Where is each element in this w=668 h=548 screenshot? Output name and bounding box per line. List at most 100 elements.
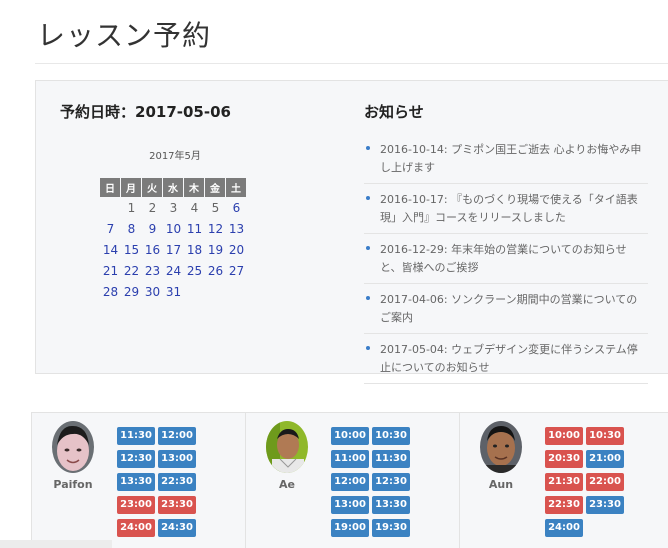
title-divider (35, 63, 668, 64)
calendar-day-link[interactable]: 27 (226, 260, 247, 281)
calendar-day-link[interactable]: 22 (121, 260, 142, 281)
calendar-empty-cell (184, 281, 205, 302)
weekday-header: 火 (142, 178, 163, 197)
calendar-day-link[interactable]: 25 (184, 260, 205, 281)
calendar-grid: 日月火水木金土 1 2 3 4 5 6 7 8 9 10 11 12 13 14 15 16 17 18 19 20 2… (100, 178, 247, 302)
calendar-day-link[interactable]: 20 (226, 239, 247, 260)
time-slot-booked-button[interactable]: 23:30 (158, 496, 196, 514)
calendar-day-link[interactable]: 28 (100, 281, 121, 302)
weekday-header: 土 (226, 178, 247, 197)
time-slot-booked-button[interactable]: 10:30 (586, 427, 624, 445)
calendar-day-link[interactable]: 8 (121, 218, 142, 239)
calendar-day-link[interactable]: 7 (100, 218, 121, 239)
calendar-day-link[interactable]: 6 (226, 197, 247, 218)
time-slot-booked-button[interactable]: 20:30 (545, 450, 583, 468)
bullet-icon (366, 146, 370, 150)
time-slot-open-button[interactable]: 19:30 (372, 519, 410, 537)
time-slot-open-button[interactable]: 12:30 (372, 473, 410, 491)
teacher-avatar[interactable] (480, 421, 522, 473)
time-slot-open-button[interactable]: 13:30 (117, 473, 155, 491)
calendar-day-link[interactable]: 19 (205, 239, 226, 260)
time-slot-open-button[interactable]: 13:00 (158, 450, 196, 468)
teacher-avatar[interactable] (52, 421, 94, 473)
time-slot-open-button[interactable]: 10:00 (331, 427, 369, 445)
weekday-header: 金 (205, 178, 226, 197)
teacher-card: Aun 10:00 10:30 20:30 21:00 21:30 22:00 22:30 23… (460, 413, 668, 548)
calendar-day-link[interactable]: 23 (142, 260, 163, 281)
time-slot-open-button[interactable]: 13:00 (331, 496, 369, 514)
calendar-day-link[interactable]: 14 (100, 239, 121, 260)
time-slot-open-button[interactable]: 23:30 (586, 496, 624, 514)
news-heading: お知らせ (364, 103, 424, 121)
time-slot-booked-button[interactable]: 21:30 (545, 473, 583, 491)
time-slot-booked-button[interactable]: 23:00 (117, 496, 155, 514)
news-item[interactable]: 2017-05-04: ウェブデザイン変更に伴うシステム停止についてのお知らせ (364, 334, 648, 384)
bullet-icon (366, 296, 370, 300)
news-item-text: 2016-12-29: 年末年始の営業についてのお知らせと、皆様へのご挨拶 (380, 243, 627, 274)
calendar-day-link[interactable]: 26 (205, 260, 226, 281)
calendar-week: 28 29 30 31 (100, 281, 247, 302)
time-slot-booked-button[interactable]: 22:30 (545, 496, 583, 514)
time-slot-open-button[interactable]: 22:30 (158, 473, 196, 491)
calendar-week: 123456 (100, 197, 247, 218)
calendar-day-link[interactable]: 29 (121, 281, 142, 302)
news-item-text: 2016-10-14: プミポン国王ご逝去 心よりお悔やみ申し上げます (380, 143, 642, 174)
calendar-day-link[interactable]: 11 (184, 218, 205, 239)
bullet-icon (366, 246, 370, 250)
calendar-empty-cell (226, 281, 247, 302)
news-item[interactable]: 2016-12-29: 年末年始の営業についてのお知らせと、皆様へのご挨拶 (364, 234, 648, 284)
reservation-date: 2017-05-06 (135, 103, 231, 121)
calendar-day-link[interactable]: 13 (226, 218, 247, 239)
time-slot-grid: 11:30 12:00 12:30 13:00 13:30 22:30 23:00 23:30… (117, 427, 199, 542)
bullet-icon (366, 346, 370, 350)
calendar-day-link[interactable]: 17 (163, 239, 184, 260)
news-item[interactable]: 2017-04-06: ソンクラーン期間中の営業についてのご案内 (364, 284, 648, 334)
time-slot-booked-button[interactable]: 22:00 (586, 473, 624, 491)
calendar-day: 1 (127, 200, 136, 215)
time-slot-open-button[interactable]: 19:00 (331, 519, 369, 537)
page-title: レッスン予約 (37, 19, 212, 52)
calendar-day-link[interactable]: 9 (142, 218, 163, 239)
time-slot-open-button[interactable]: 24:30 (158, 519, 196, 537)
teacher-schedule: Paifon 11:30 12:00 12:30 13:00 13:30 22:30 23:0… (31, 412, 668, 548)
calendar-day-link[interactable]: 18 (184, 239, 205, 260)
calendar-day-link[interactable]: 21 (100, 260, 121, 281)
news-item-text: 2016-10-17: 『ものづくり現場で使える「タイ語表現」入門』コースをリリ… (380, 193, 638, 224)
time-slot-open-button[interactable]: 21:00 (586, 450, 624, 468)
calendar: 2017年5月 日月火水木金土 1 2 3 4 5 6 7 8 9 10 11 12 13 14 15 16 1… (100, 147, 250, 302)
info-panel: 予約日時：2017-05-06 2017年5月 日月火水木金土 12345678… (35, 80, 668, 384)
time-slot-grid: 10:00 10:30 11:00 11:30 12:00 12:30 13:00 13:30… (331, 427, 413, 542)
calendar-day-link[interactable]: 24 (163, 260, 184, 281)
news-item-text: 2017-05-04: ウェブデザイン変更に伴うシステム停止についてのお知らせ (380, 343, 638, 374)
time-slot-open-button[interactable]: 11:30 (372, 450, 410, 468)
calendar-day: 4 (190, 200, 199, 215)
calendar-day: 5 (211, 200, 220, 215)
news-item[interactable]: 2016-10-17: 『ものづくり現場で使える「タイ語表現」入門』コースをリリ… (364, 184, 648, 234)
reservation-label: 予約日時： (60, 103, 136, 121)
time-slot-booked-button[interactable]: 10:00 (545, 427, 583, 445)
calendar-day-link[interactable]: 15 (121, 239, 142, 260)
time-slot-open-button[interactable]: 12:00 (158, 427, 196, 445)
calendar-day-link[interactable]: 30 (142, 281, 163, 302)
calendar-day-link[interactable]: 10 (163, 218, 184, 239)
time-slot-open-button[interactable]: 11:30 (117, 427, 155, 445)
teacher-card: Paifon 11:30 12:00 12:30 13:00 13:30 22:30 23:0… (32, 413, 246, 548)
time-slot-open-button[interactable]: 12:00 (331, 473, 369, 491)
horizontal-scrollbar[interactable] (0, 540, 112, 548)
time-slot-open-button[interactable]: 24:00 (545, 519, 583, 537)
calendar-day-link[interactable]: 12 (205, 218, 226, 239)
calendar-day-link[interactable]: 31 (163, 281, 184, 302)
weekday-header: 水 (163, 178, 184, 197)
time-slot-open-button[interactable]: 11:00 (331, 450, 369, 468)
teacher-avatar[interactable] (266, 421, 308, 473)
time-slot-open-button[interactable]: 10:30 (372, 427, 410, 445)
weekday-header: 月 (121, 178, 142, 197)
time-slot-open-button[interactable]: 12:30 (117, 450, 155, 468)
teacher-name: Ae (279, 478, 295, 491)
news-item[interactable]: 2016-10-14: プミポン国王ご逝去 心よりお悔やみ申し上げます (364, 134, 648, 184)
time-slot-booked-button[interactable]: 24:00 (117, 519, 155, 537)
time-slot-open-button[interactable]: 13:30 (372, 496, 410, 514)
calendar-day-link[interactable]: 16 (142, 239, 163, 260)
calendar-week: 21 22 23 24 25 26 27 (100, 260, 247, 281)
calendar-empty-cell (205, 281, 226, 302)
